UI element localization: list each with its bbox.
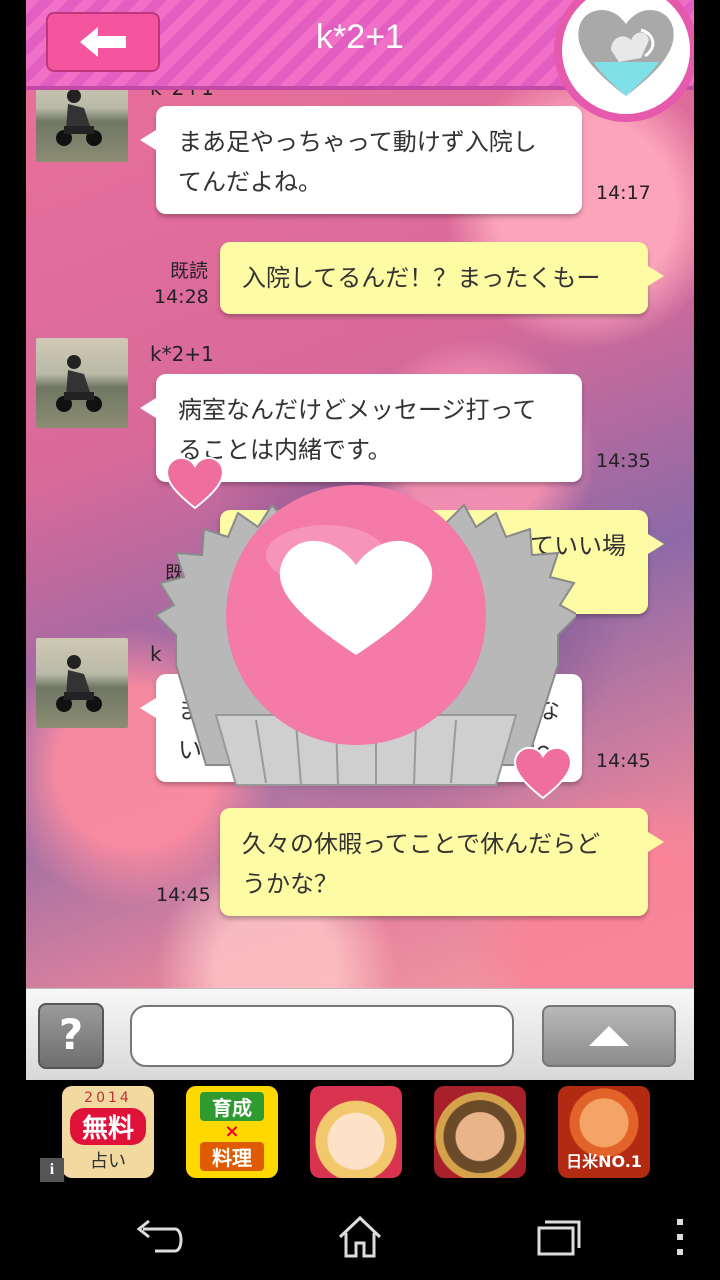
message-time: 14:17: [596, 182, 651, 204]
input-bar: ?: [26, 988, 694, 1080]
small-heart-icon: [514, 746, 572, 800]
message-text: 入院してるんだ！？まったくもー: [242, 264, 601, 292]
motorcycle-rider-icon: [56, 655, 102, 712]
message-text: うかな？: [242, 870, 338, 898]
app-header: k*2+1: [26, 0, 694, 122]
ad-bar: 2014 無料 占い 育成 × 料理 日米NO.1 i: [0, 1080, 720, 1190]
message-text: ることは内緒です。: [178, 436, 392, 464]
read-receipt: 既読 14:28: [154, 258, 209, 310]
recents-icon: [537, 1220, 581, 1256]
message-text: 病室なんだけどメッセージ打って: [178, 396, 537, 424]
message-time: 14:28: [154, 286, 209, 308]
message-text: まあ足やっちゃって動けず入院し: [178, 128, 537, 156]
ad-text: 無料: [70, 1108, 146, 1145]
avatar[interactable]: [36, 638, 128, 728]
triangle-up-icon: [589, 1026, 629, 1046]
ad-text: 育成: [200, 1092, 264, 1121]
home-icon: [338, 1215, 382, 1258]
send-button[interactable]: [542, 1005, 676, 1067]
message-text: 久々の休暇ってことで休んだらど: [242, 830, 601, 858]
message-text: てんだよね。: [178, 168, 322, 196]
ad-warrior[interactable]: [434, 1086, 526, 1178]
chat-app: k*2+1 まあ足やっちゃって動けず入院し てんだよね。 14:17 既読 14…: [26, 0, 694, 1080]
info-icon[interactable]: i: [40, 1158, 64, 1182]
avatar[interactable]: [36, 338, 128, 428]
small-heart-icon: [166, 456, 224, 510]
ad-text: 占い: [90, 1151, 126, 1172]
ad-clash[interactable]: 日米NO.1: [558, 1086, 650, 1178]
message-bubble[interactable]: 久々の休暇ってことで休んだらど うかな？: [220, 808, 664, 916]
message-time: 14:35: [596, 450, 651, 472]
system-nav-bar: [0, 1190, 720, 1280]
nav-menu-button[interactable]: [650, 1212, 710, 1262]
ad-text: 日米NO.1: [566, 1152, 642, 1171]
motorcycle-rider-icon: [56, 355, 102, 412]
nav-back-button[interactable]: [130, 1212, 190, 1262]
message-time: 14:45: [156, 884, 211, 906]
ad-text: 料理: [200, 1142, 264, 1171]
nav-recents-button[interactable]: [528, 1212, 588, 1262]
message-time: 14:45: [596, 750, 651, 772]
help-button[interactable]: ?: [38, 1003, 104, 1069]
motorcycle-rider-icon: [56, 89, 102, 146]
ad-anime-girl[interactable]: [310, 1086, 402, 1178]
cupid-heart-icon: [578, 10, 674, 96]
back-icon: [136, 1219, 183, 1253]
ad-text: ×: [224, 1121, 240, 1142]
read-label: 既読: [169, 260, 208, 282]
nav-home-button[interactable]: [330, 1212, 390, 1262]
message-input[interactable]: [130, 1005, 514, 1067]
sender-name: k*2+1: [150, 342, 214, 366]
message-bubble[interactable]: まあ足やっちゃって動けず入院し てんだよね。: [140, 106, 582, 214]
ad-cooking[interactable]: 育成 × 料理: [186, 1086, 278, 1178]
ad-text: 2014: [84, 1090, 132, 1106]
menu-dots-icon: [677, 1219, 683, 1255]
message-bubble[interactable]: 入院してるんだ！？まったくもー: [220, 242, 664, 314]
ad-fortune[interactable]: 2014 無料 占い: [62, 1086, 154, 1178]
